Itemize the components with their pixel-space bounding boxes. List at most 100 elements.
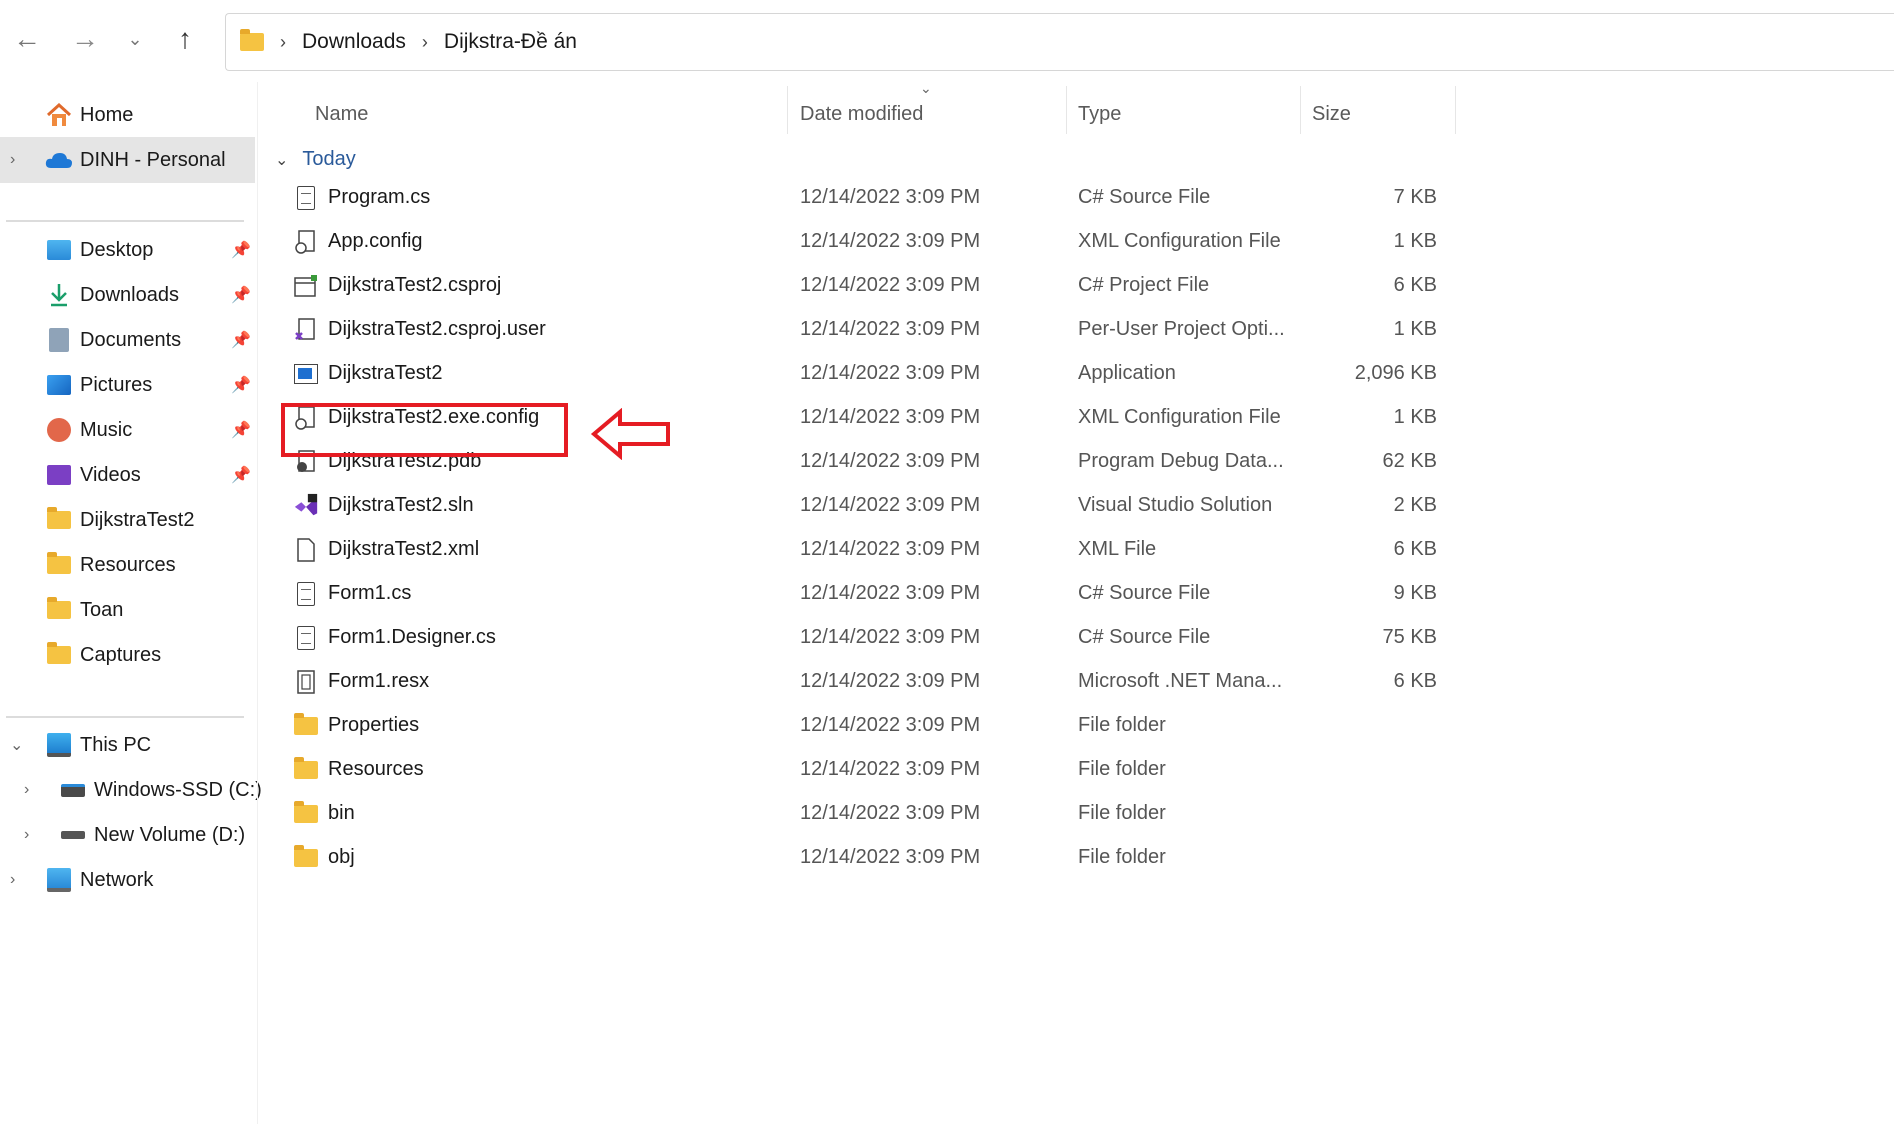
column-header-date-modified[interactable]: Date modified <box>800 98 923 130</box>
column-header-size[interactable]: Size <box>1312 98 1351 130</box>
navigation-pane: Home › DINH - Personal Desktop 📌 Downloa… <box>0 82 262 1124</box>
sidebar-item-desktop[interactable]: Desktop 📌 <box>0 227 255 273</box>
file-date-modified: 12/14/2022 3:09 PM <box>800 802 981 824</box>
sidebar-item-pictures[interactable]: Pictures 📌 <box>0 362 255 408</box>
file-date-modified: 12/14/2022 3:09 PM <box>800 538 981 560</box>
file-size: 9 KB <box>1393 582 1437 604</box>
arrow-left-icon <box>590 408 670 460</box>
column-divider[interactable] <box>1066 86 1067 134</box>
file-type: C# Source File <box>1078 186 1211 208</box>
csharp-file-icon <box>293 184 319 212</box>
file-name: DijkstraTest2.sln <box>328 494 474 516</box>
arrow-up-icon: ↑ <box>178 23 192 54</box>
sidebar-item-label: Downloads <box>80 283 179 306</box>
address-bar[interactable]: › Downloads › Dijkstra-Đề án <box>225 13 1894 71</box>
file-name: Form1.cs <box>328 582 412 604</box>
sidebar-item-network[interactable]: › Network <box>0 857 255 903</box>
resx-file-icon <box>293 668 319 696</box>
file-name: DijkstraTest2.csproj <box>328 274 502 296</box>
computer-icon <box>44 730 74 760</box>
column-header-name[interactable]: Name <box>315 98 368 130</box>
chevron-right-icon[interactable]: › <box>24 826 29 844</box>
sidebar-item-label: Pictures <box>80 373 153 396</box>
breadcrumb-downloads[interactable]: Downloads <box>302 30 406 54</box>
chevron-down-icon: ⌄ <box>275 151 289 169</box>
file-date-modified: 12/14/2022 3:09 PM <box>800 582 981 604</box>
file-type: XML Configuration File <box>1078 406 1281 428</box>
pin-icon[interactable]: 📌 <box>231 240 251 260</box>
file-type: C# Source File <box>1078 582 1211 604</box>
windows-drive-icon <box>58 775 88 805</box>
sidebar-item-label: Desktop <box>80 238 154 261</box>
folder-icon <box>240 29 264 51</box>
sidebar-item-label: Network <box>80 868 154 891</box>
file-type: Program Debug Data... <box>1078 450 1284 472</box>
sidebar-item-label: Videos <box>80 463 141 486</box>
sidebar-item-downloads[interactable]: Downloads 📌 <box>0 272 255 318</box>
pin-icon[interactable]: 📌 <box>231 285 251 305</box>
sidebar-item-captures[interactable]: Captures <box>0 632 255 678</box>
column-divider[interactable] <box>1300 86 1301 134</box>
sidebar-item-home[interactable]: Home <box>0 92 255 138</box>
file-type: Microsoft .NET Mana... <box>1078 670 1283 692</box>
back-button[interactable]: ← <box>10 22 44 56</box>
file-type: File folder <box>1078 714 1166 736</box>
chevron-right-icon: › <box>421 31 428 52</box>
pin-icon[interactable]: 📌 <box>231 375 251 395</box>
sidebar-item-music[interactable]: Music 📌 <box>0 407 255 453</box>
sidebar-item-resources[interactable]: Resources <box>0 542 255 588</box>
desktop-icon <box>44 235 74 265</box>
file-size: 75 KB <box>1382 626 1437 648</box>
highlight-box <box>281 403 568 457</box>
column-divider[interactable] <box>787 86 788 134</box>
file-name: DijkstraTest2.csproj.user <box>328 318 546 340</box>
chevron-down-icon: ⌄ <box>127 29 143 49</box>
sidebar-item-label: DijkstraTest2 <box>80 508 195 531</box>
file-type: Visual Studio Solution <box>1078 494 1273 516</box>
forward-button[interactable]: → <box>68 22 102 56</box>
recent-locations-button[interactable]: ⌄ <box>118 22 152 56</box>
sidebar-item-toan[interactable]: Toan <box>0 587 255 633</box>
file-size: 7 KB <box>1393 186 1437 208</box>
sidebar-item-drive-d[interactable]: › New Volume (D:) <box>0 812 255 858</box>
folder-icon <box>44 595 74 625</box>
sidebar-item-drive-c[interactable]: › Windows-SSD (C:) <box>0 767 262 813</box>
file-size: 62 KB <box>1382 450 1437 472</box>
pin-icon[interactable]: 📌 <box>231 330 251 350</box>
file-name: Program.cs <box>328 186 431 208</box>
pictures-icon <box>44 370 74 400</box>
file-date-modified: 12/14/2022 3:09 PM <box>800 274 981 296</box>
file-size: 6 KB <box>1393 538 1437 560</box>
file-type: Per-User Project Opti... <box>1078 318 1285 340</box>
pin-icon[interactable]: 📌 <box>231 465 251 485</box>
file-name: DijkstraTest2.xml <box>328 538 480 560</box>
sidebar-item-dijkstratest2[interactable]: DijkstraTest2 <box>0 497 255 543</box>
sidebar-item-videos[interactable]: Videos 📌 <box>0 452 255 498</box>
divider <box>6 220 244 222</box>
chevron-right-icon[interactable]: › <box>24 781 29 799</box>
file-type: XML File <box>1078 538 1157 560</box>
column-header-type[interactable]: Type <box>1078 98 1121 130</box>
sidebar-item-onedrive[interactable]: › DINH - Personal <box>0 137 255 183</box>
column-divider[interactable] <box>1455 86 1456 134</box>
sidebar-item-this-pc[interactable]: ⌄ This PC <box>0 722 255 768</box>
folder-icon <box>293 800 319 828</box>
chevron-down-icon[interactable]: ⌄ <box>10 735 23 755</box>
documents-icon <box>44 325 74 355</box>
sort-indicator-icon: ⌄ <box>920 80 932 96</box>
chevron-right-icon[interactable]: › <box>10 151 15 169</box>
sidebar-item-documents[interactable]: Documents 📌 <box>0 317 255 363</box>
group-header-today[interactable]: ⌄ Today <box>275 148 356 171</box>
folder-icon <box>44 640 74 670</box>
breadcrumb-current-folder[interactable]: Dijkstra-Đề án <box>444 30 577 54</box>
csproj-file-icon <box>293 272 319 300</box>
pin-icon[interactable]: 📌 <box>231 420 251 440</box>
file-name: App.config <box>328 230 423 252</box>
sidebar-item-label: Documents <box>80 328 182 351</box>
file-size: 6 KB <box>1393 274 1437 296</box>
chevron-right-icon[interactable]: › <box>10 871 15 889</box>
table-row[interactable]: obj 12/14/2022 3:09 PM File folder <box>275 832 1455 886</box>
up-button[interactable]: ↑ <box>168 22 202 56</box>
file-date-modified: 12/14/2022 3:09 PM <box>800 494 981 516</box>
chevron-right-icon: › <box>280 31 286 52</box>
